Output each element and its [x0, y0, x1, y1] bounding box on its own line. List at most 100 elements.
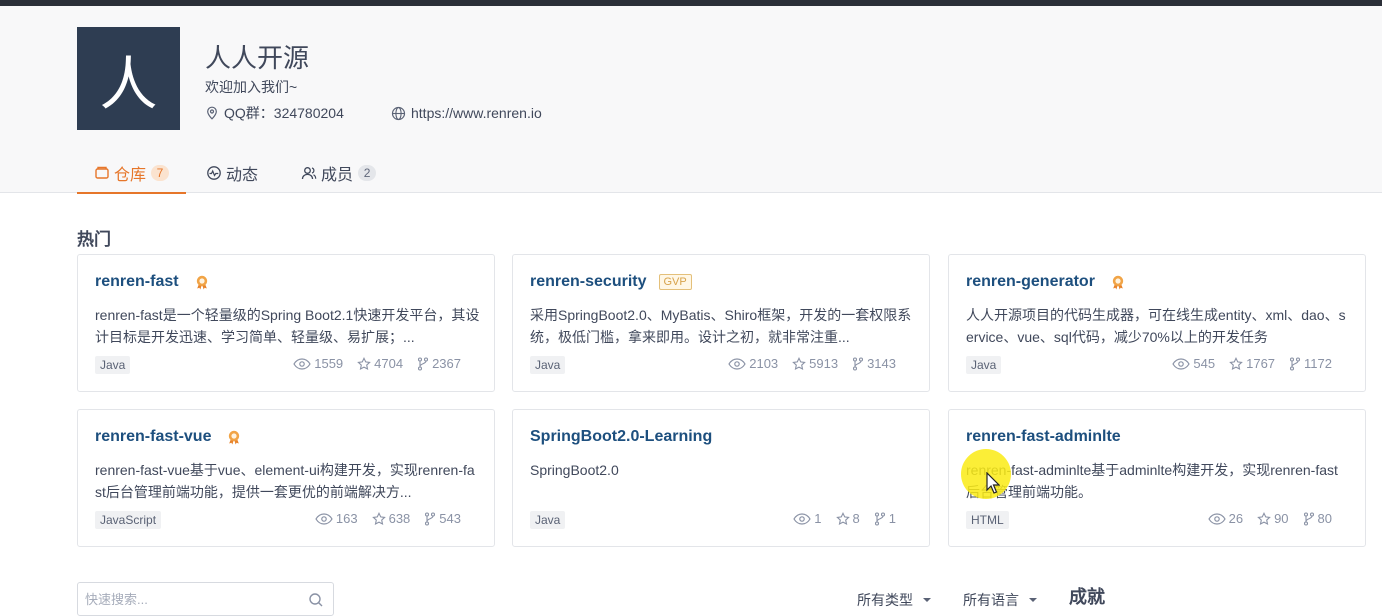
- fork-number: 1: [888, 511, 896, 526]
- tab-count-badge: 7: [151, 165, 170, 181]
- watch-count: 1: [793, 511, 822, 526]
- fork-count: 543: [424, 511, 461, 526]
- repo-title[interactable]: SpringBoot2.0-Learning: [530, 428, 712, 446]
- org-tabs: 仓库 7 动态 成员 2: [77, 158, 393, 194]
- type-filter-label: 所有类型: [857, 592, 913, 608]
- watch-number: 545: [1193, 356, 1216, 371]
- repo-language-tag[interactable]: Java: [966, 356, 1002, 374]
- repo-language-tag[interactable]: HTML: [966, 511, 1009, 529]
- repo-language-tag[interactable]: Java: [530, 511, 566, 529]
- star-number: 4704: [374, 356, 404, 371]
- tab-label: 仓库: [114, 167, 147, 184]
- repo-search-box[interactable]: [77, 582, 334, 616]
- repo-title[interactable]: renren-generator: [966, 273, 1095, 291]
- members-icon: [301, 167, 317, 180]
- fork-icon: [1303, 511, 1314, 526]
- star-number: 1767: [1246, 356, 1276, 371]
- fork-icon: [1289, 356, 1301, 371]
- repo-title[interactable]: renren-fast-adminlte: [966, 428, 1121, 446]
- fork-number: 1172: [1304, 356, 1332, 371]
- watch-count: 163: [315, 511, 358, 526]
- repo-card[interactable]: renren-generator 人人开源项目的代码生成器，可在线生成entit…: [948, 254, 1366, 392]
- watch-count: 545: [1172, 356, 1215, 371]
- star-count: 90: [1257, 511, 1289, 526]
- repo-stats: 26 90 80: [1194, 511, 1332, 526]
- repo-card[interactable]: SpringBoot2.0-Learning SpringBoot2.0 Jav…: [512, 409, 930, 547]
- tab-label: 成员: [321, 167, 354, 184]
- eye-icon: [315, 512, 333, 525]
- repo-description: renren-fast-vue基于vue、element-ui构建开发，实现re…: [95, 462, 475, 500]
- fork-number: 80: [1317, 511, 1332, 526]
- tab-count-badge: 2: [358, 165, 377, 181]
- tab-label: 动态: [226, 167, 259, 184]
- repo-stats: 2103 5913 3143: [714, 356, 896, 371]
- activity-pulse-icon: [207, 166, 221, 180]
- watch-number: 1559: [314, 356, 344, 371]
- org-avatar: 人: [77, 27, 180, 130]
- repo-description: 人人开源项目的代码生成器，可在线生成entity、xml、dao、service…: [966, 307, 1346, 345]
- watch-number: 2103: [749, 356, 779, 371]
- star-icon: [1229, 356, 1243, 370]
- achievement-heading: 成就: [1069, 587, 1105, 607]
- star-icon: [371, 511, 386, 525]
- fork-number: 543: [439, 511, 461, 526]
- watch-number: 26: [1228, 511, 1244, 526]
- repo-card[interactable]: renren-fast renren-fast是一个轻量级的Spring Boo…: [77, 254, 495, 392]
- repo-language-tag[interactable]: Java: [95, 356, 131, 374]
- repo-title[interactable]: renren-fast-vue: [95, 428, 211, 446]
- watch-number: 1: [814, 511, 822, 526]
- type-filter-dropdown[interactable]: 所有类型: [857, 590, 931, 610]
- repo-card[interactable]: renren-fast-adminlte renren-fast-adminlt…: [948, 409, 1366, 547]
- language-filter-dropdown[interactable]: 所有语言: [963, 590, 1037, 610]
- fork-icon: [874, 511, 885, 526]
- star-count: 638: [371, 511, 410, 526]
- repo-stats: 163 638 543: [301, 511, 461, 526]
- repo-description: renren-fast是一个轻量级的Spring Boot2.1快速开发平台，其…: [95, 307, 480, 345]
- star-icon: [835, 511, 850, 525]
- repo-language-tag[interactable]: Java: [530, 356, 566, 374]
- repo-title[interactable]: renren-security: [530, 273, 647, 291]
- star-count: 5913: [792, 356, 838, 371]
- globe-icon: [391, 106, 406, 120]
- medal-icon: [196, 275, 207, 290]
- tab-repositories[interactable]: 仓库 7: [77, 158, 187, 194]
- website-link[interactable]: https://www.renren.io: [411, 105, 542, 121]
- star-icon: [1257, 511, 1271, 525]
- fork-number: 2367: [432, 356, 461, 371]
- watch-count: 26: [1207, 511, 1244, 526]
- eye-icon: [1207, 512, 1226, 525]
- star-count: 8: [835, 511, 860, 526]
- medal-icon: [229, 430, 240, 445]
- fork-count: 1: [874, 511, 896, 526]
- star-count: 4704: [357, 356, 403, 371]
- tab-activity[interactable]: 动态: [189, 158, 275, 188]
- qq-group-text: QQ群：324780204: [224, 105, 344, 121]
- caret-down-icon: [923, 598, 931, 602]
- repo-language-tag[interactable]: JavaScript: [95, 511, 162, 529]
- fork-count: 1172: [1289, 356, 1332, 371]
- star-icon: [792, 356, 806, 370]
- repo-title[interactable]: renren-fast: [95, 273, 179, 291]
- fork-number: 3143: [867, 356, 896, 371]
- star-number: 8: [852, 511, 860, 526]
- star-number: 90: [1274, 511, 1289, 526]
- tab-members[interactable]: 成员 2: [284, 158, 393, 188]
- org-website[interactable]: https://www.renren.io: [391, 104, 542, 122]
- watch-number: 163: [335, 511, 358, 526]
- eye-icon: [1172, 357, 1191, 370]
- repo-card[interactable]: renren-fast-vue renren-fast-vue基于vue、ele…: [77, 409, 495, 547]
- org-name: 人人开源: [205, 43, 310, 73]
- search-icon[interactable]: [308, 592, 324, 608]
- repo-description: renren-fast-adminlte基于adminlte构建开发，实现ren…: [966, 462, 1338, 500]
- star-count: 1767: [1229, 356, 1275, 371]
- watch-count: 1559: [293, 356, 343, 371]
- star-icon: [357, 356, 371, 370]
- repo-stats: 1 8 1: [779, 511, 896, 526]
- repo-search-input[interactable]: [85, 592, 295, 607]
- fork-count: 80: [1303, 511, 1332, 526]
- language-filter-label: 所有语言: [963, 592, 1019, 608]
- repo-card[interactable]: renren-security GVP 采用SpringBoot2.0、MyBa…: [512, 254, 930, 392]
- repo-description: 采用SpringBoot2.0、MyBatis、Shiro框架，开发的一套权限系…: [530, 307, 912, 345]
- mouse-cursor-icon: [986, 472, 1000, 494]
- eye-icon: [293, 357, 311, 370]
